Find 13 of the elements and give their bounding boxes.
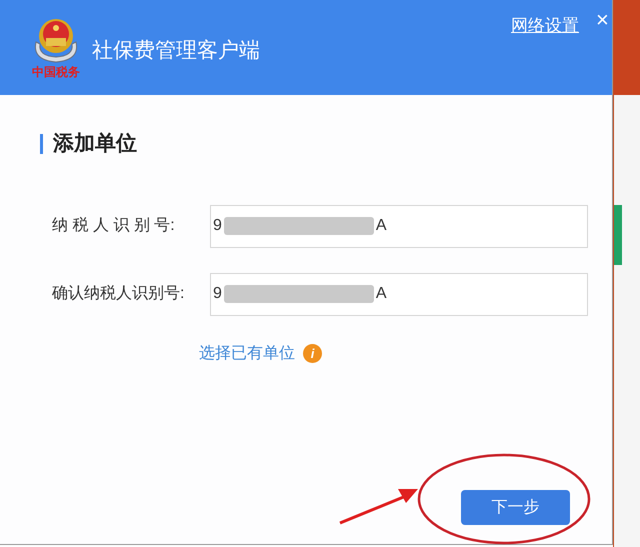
- app-title: 社保费管理客户端: [92, 38, 260, 64]
- info-icon[interactable]: i: [303, 344, 322, 363]
- network-settings-link[interactable]: 网络设置: [511, 13, 579, 38]
- input-field[interactable]: 9 A: [210, 204, 588, 248]
- field-label: 纳 税 人 识 别 号:: [51, 216, 176, 236]
- section-marker: [40, 134, 43, 154]
- section-title: 添加单位: [53, 131, 137, 157]
- input-field[interactable]: 9 A: [210, 272, 588, 316]
- next-button[interactable]: 下一步: [461, 490, 570, 525]
- choose-existing-link[interactable]: 选择已有单位: [199, 342, 295, 366]
- close-button[interactable]: ×: [596, 9, 609, 31]
- field-label: 确认纳税人识别号:: [51, 284, 186, 304]
- logo-text: 中国税务: [32, 66, 80, 78]
